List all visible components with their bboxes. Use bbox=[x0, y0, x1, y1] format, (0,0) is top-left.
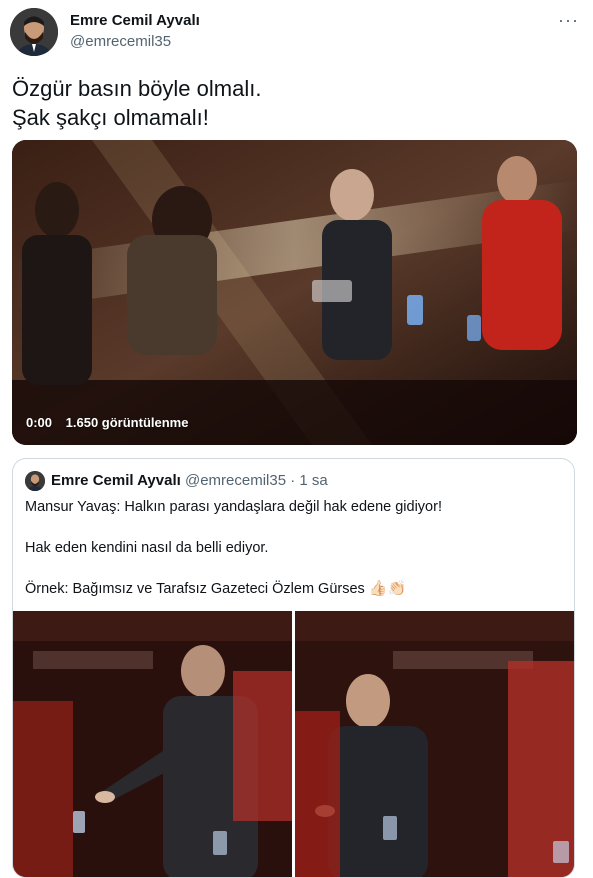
video-player[interactable] bbox=[12, 140, 577, 445]
tweet-text: Özgür basın böyle olmalı. Şak şakçı olma… bbox=[12, 74, 572, 132]
tweet-line-1: Özgür basın böyle olmalı. bbox=[12, 76, 262, 101]
video-time: 0:00 bbox=[26, 415, 53, 430]
quoted-emojis: 👍🏻👏🏻 bbox=[368, 580, 407, 597]
author-handle[interactable]: @emrecemil35 bbox=[70, 33, 171, 50]
quoted-text: Mansur Yavaş: Halkın parası yandaşlara d… bbox=[25, 497, 565, 620]
quoted-separator: · bbox=[290, 472, 296, 489]
quoted-text-line-3: Örnek: Bağımsız ve Tarafsız Gazeteci Özl… bbox=[25, 581, 365, 597]
quoted-text-line-2: Hak eden kendini nasıl da belli ediyor. bbox=[25, 540, 269, 556]
video-frame bbox=[12, 140, 577, 445]
author-name[interactable]: Emre Cemil Ayvalı bbox=[70, 12, 200, 29]
video-info: 0:00 1.650 görüntülenme bbox=[26, 415, 198, 430]
quoted-header: Emre Cemil Ayvalı @emrecemil35 · 1 sa bbox=[51, 472, 328, 489]
quoted-media[interactable] bbox=[13, 611, 574, 877]
quoted-text-line-1: Mansur Yavaş: Halkın parası yandaşlara d… bbox=[25, 499, 442, 515]
author-avatar[interactable] bbox=[10, 8, 58, 56]
more-icon[interactable]: ··· bbox=[558, 10, 579, 31]
video-views: 1.650 görüntülenme bbox=[65, 415, 189, 430]
quoted-author-avatar bbox=[25, 471, 45, 491]
quoted-author-name: Emre Cemil Ayvalı bbox=[51, 472, 181, 489]
quoted-tweet[interactable]: Emre Cemil Ayvalı @emrecemil35 · 1 sa Ma… bbox=[12, 458, 575, 878]
tweet-line-2: Şak şakçı olmamalı! bbox=[12, 105, 209, 130]
quoted-photos bbox=[13, 611, 574, 877]
quoted-author-handle: @emrecemil35 bbox=[184, 472, 287, 489]
quoted-time: 1 sa bbox=[299, 472, 328, 489]
